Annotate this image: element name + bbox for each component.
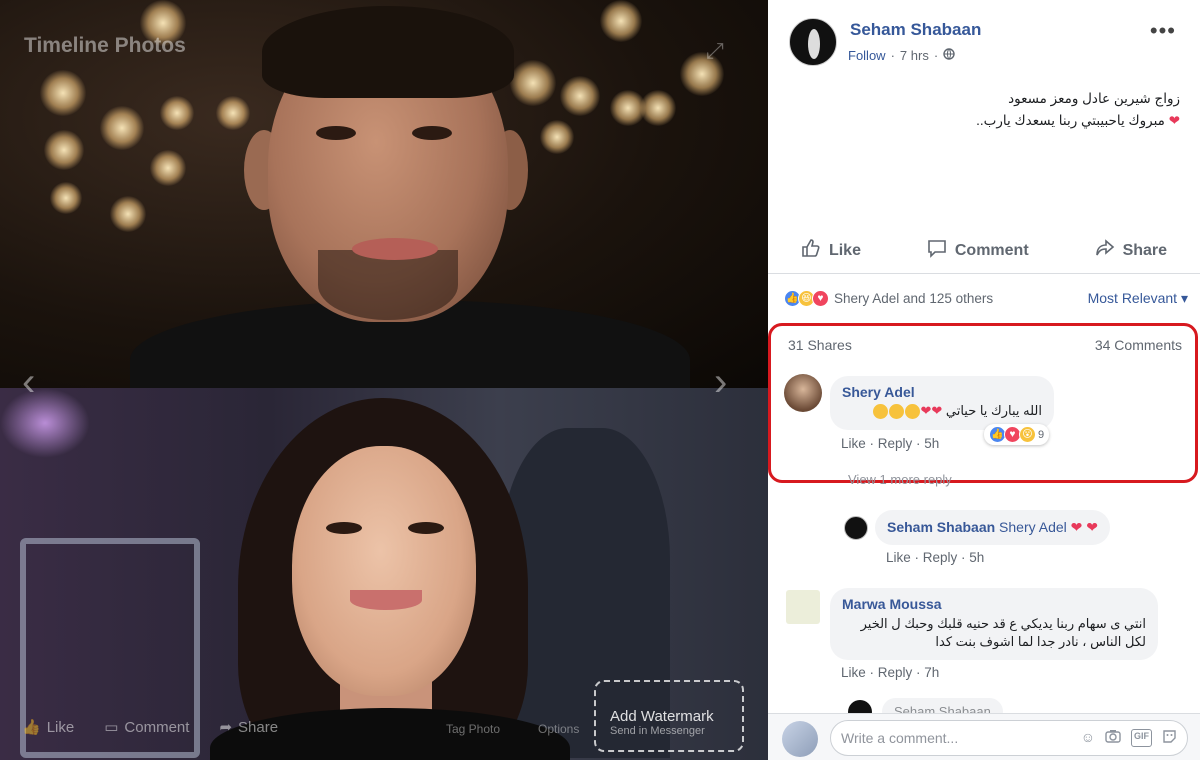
watermark-subtitle: Send in Messenger (610, 725, 705, 737)
author-avatar[interactable] (789, 18, 837, 66)
photo-comment-button[interactable]: ▭ Comment (104, 718, 190, 737)
post-meta: Follow · 7 hrs · (848, 48, 955, 63)
heart-icon: ❤ ❤ (1070, 519, 1099, 535)
comment-time[interactable]: 7h (924, 665, 939, 680)
current-user-avatar (782, 721, 818, 757)
comment-button[interactable]: Comment (927, 238, 1029, 263)
previous-photo-icon[interactable]: ‹ (22, 362, 35, 402)
thumbs-up-icon: 👍 (22, 719, 41, 736)
add-watermark-button[interactable]: Add Watermark Send in Messenger (594, 680, 744, 752)
photo-like-button[interactable]: 👍 Like (22, 718, 75, 737)
emoji-icon[interactable]: ☺ (1081, 729, 1095, 747)
comment-bubble: Shery Adel الله يبارك يا حياتي ❤❤ (830, 376, 1054, 430)
author-name[interactable]: Seham Shabaan (850, 20, 981, 40)
meta-separator: · (933, 48, 939, 63)
comment-reply-link[interactable]: Reply (878, 436, 913, 451)
thumbs-up-icon (801, 238, 821, 263)
tag-photo-button[interactable]: Tag Photo (446, 722, 500, 736)
comment-input[interactable]: Write a comment... ☺ GIF (830, 720, 1188, 756)
photo-comment-label: Comment (124, 718, 190, 736)
wow-reaction-icon: 😮 (1019, 426, 1036, 443)
comment-reply-link[interactable]: Reply (923, 550, 958, 565)
comment-reactions[interactable]: 👍 ♥ 😮 9 (984, 424, 1050, 445)
photo-like-label: Like (46, 718, 75, 736)
comment-reply-link[interactable]: Reply (878, 665, 913, 680)
gif-icon[interactable]: GIF (1131, 729, 1152, 747)
comment-label: Comment (954, 241, 1029, 259)
post-side-panel: Seham Shabaan Follow · 7 hrs · ••• زواج … (768, 0, 1200, 760)
like-label: Like (828, 241, 861, 259)
comment-item: Shery Adel الله يبارك يا حياتي ❤❤ (830, 376, 1054, 430)
reactions-summary[interactable]: Shery Adel and 125 others (834, 291, 993, 306)
speech-bubble-icon: ▭ (104, 719, 119, 736)
comment-item: Marwa Moussa انتي ى سهام ربنا يديكي ع قد… (830, 588, 1158, 660)
comment-placeholder: Write a comment... (841, 730, 959, 746)
comment-time[interactable]: 5h (924, 436, 939, 451)
comment-like-link[interactable]: Like (841, 436, 866, 451)
shares-comments-row: 31 Shares 34 Comments (788, 337, 1182, 353)
post-text-line-1: زواج شيرين عادل ومعز مسعود (1008, 91, 1180, 106)
comment-reaction-count: 9 (1038, 428, 1045, 441)
comment-actions: Like · Reply · 5h (841, 436, 940, 451)
camera-icon[interactable] (1105, 729, 1121, 747)
comment-time[interactable]: 5h (969, 550, 984, 565)
post-text-line-2: ❤ مبروك ياحبيبتي ربنا يسعدك يارب.. (976, 113, 1180, 128)
comments-count[interactable]: 34 Comments (1095, 337, 1182, 353)
caret-down-icon: ▾ (1180, 290, 1188, 306)
love-reaction-icon[interactable]: ♥ (812, 290, 829, 307)
mention-tag[interactable]: Shery Adel (999, 519, 1067, 535)
post-text: زواج شيرين عادل ومعز مسعود ❤ مبروك ياحبي… (880, 88, 1180, 132)
photo-action-bar: 👍 Like ▭ Comment ➦ Share (22, 718, 279, 737)
reply-item: Seham Shabaan Shery Adel ❤ ❤ (875, 510, 1111, 545)
watermark-title: Add Watermark (610, 708, 714, 725)
comment-text: انتي ى سهام ربنا يديكي ع قد حنيه قلبك وح… (860, 616, 1146, 649)
speech-bubble-icon (927, 238, 947, 263)
follow-button[interactable]: Follow (848, 48, 886, 63)
reactions-row: 👍 😆 ♥ Shery Adel and 125 others Most Rel… (784, 290, 1188, 307)
photo-options-button[interactable]: Options (538, 722, 579, 736)
comment-bubble: Seham Shabaan Shery Adel ❤ ❤ (875, 510, 1111, 545)
sort-comments-dropdown[interactable]: Most Relevant ▾ (1088, 290, 1188, 307)
composer-icons: ☺ GIF (1081, 729, 1177, 747)
shares-count[interactable]: 31 Shares (788, 337, 852, 353)
comment-like-link[interactable]: Like (841, 665, 866, 680)
commenter-name[interactable]: Marwa Moussa (842, 596, 1146, 612)
share-button[interactable]: Share (1095, 238, 1167, 263)
expand-icon[interactable]: ⤢ (706, 38, 724, 64)
post-action-bar: Like Comment Share (768, 228, 1200, 274)
share-arrow-icon (1095, 238, 1115, 263)
comment-actions: Like · Reply · 5h (886, 550, 985, 565)
photo-viewer[interactable]: Timeline Photos ⤢ ‹ › 👍 Like ▭ Comment ➦… (0, 0, 768, 760)
photo-man (0, 0, 768, 388)
photo-share-label: Share (238, 718, 279, 736)
post-time[interactable]: 7 hrs (900, 48, 929, 63)
view-replies-link[interactable]: View 1 more reply (848, 472, 952, 487)
next-photo-icon[interactable]: › (714, 362, 727, 402)
heart-icon: ❤ (1168, 113, 1180, 128)
heart-icon: ❤❤ (920, 403, 943, 418)
comment-composer: Write a comment... ☺ GIF (768, 713, 1200, 760)
commenter-avatar[interactable] (786, 590, 820, 624)
kiss-emoji-icon (872, 403, 921, 420)
commenter-name[interactable]: Seham Shabaan (887, 519, 995, 535)
replier-avatar[interactable] (844, 516, 868, 540)
comment-text: الله يبارك يا حياتي ❤❤ (842, 403, 1042, 420)
commenter-name[interactable]: Shery Adel (842, 384, 1042, 400)
share-label: Share (1122, 241, 1168, 259)
share-arrow-icon: ➦ (219, 719, 233, 736)
sticker-icon[interactable] (1162, 729, 1177, 747)
commenter-avatar[interactable] (784, 374, 822, 412)
meta-separator: · (890, 48, 895, 63)
like-button[interactable]: Like (801, 238, 861, 263)
more-options-icon[interactable]: ••• (1150, 18, 1176, 44)
photo-share-button[interactable]: ➦ Share (219, 718, 279, 737)
comment-like-link[interactable]: Like (886, 550, 911, 565)
comment-bubble: Marwa Moussa انتي ى سهام ربنا يديكي ع قد… (830, 588, 1158, 660)
album-label[interactable]: Timeline Photos (24, 34, 186, 58)
globe-icon[interactable] (943, 48, 955, 63)
comment-actions: Like · Reply · 7h (841, 665, 940, 680)
